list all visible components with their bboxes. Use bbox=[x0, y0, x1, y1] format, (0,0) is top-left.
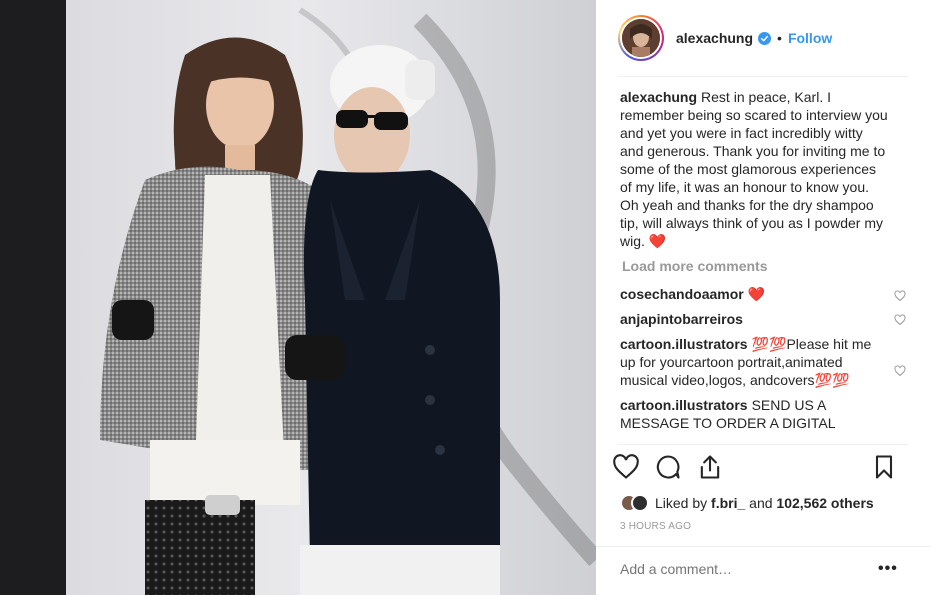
post-actions bbox=[612, 453, 912, 485]
comment-item: cartoon.illustrators 💯💯Please hit me up f… bbox=[620, 335, 888, 389]
bookmark-icon[interactable] bbox=[870, 453, 898, 481]
instagram-post-view: alexachung • Follow alexachung Rest in pe… bbox=[0, 0, 931, 595]
heart-outline-icon[interactable] bbox=[612, 453, 640, 481]
post-header: alexachung • Follow bbox=[596, 0, 931, 76]
post-photo[interactable] bbox=[0, 0, 596, 595]
comment-like-heart-icon[interactable] bbox=[894, 314, 906, 326]
actions-divider bbox=[618, 444, 908, 445]
comment-like-heart-icon[interactable] bbox=[894, 365, 906, 377]
caption-username[interactable]: alexachung bbox=[620, 89, 697, 105]
comment-text: ❤️ bbox=[747, 286, 766, 302]
post-sidebar: alexachung • Follow alexachung Rest in pe… bbox=[596, 0, 931, 595]
likes-summary[interactable]: Liked by f.bri_ and 102,562 others bbox=[620, 492, 874, 514]
load-more-comments-button[interactable]: Load more comments bbox=[622, 257, 888, 275]
avatar-image bbox=[622, 19, 660, 57]
avatar bbox=[622, 19, 660, 57]
post-timestamp[interactable]: 3 HOURS AGO bbox=[620, 521, 691, 532]
verified-badge-icon bbox=[758, 31, 772, 45]
story-ring[interactable] bbox=[618, 15, 664, 61]
post-photo-illustration bbox=[0, 0, 596, 595]
add-comment-input[interactable] bbox=[620, 561, 850, 577]
comment-username[interactable]: cartoon.illustrators bbox=[620, 336, 748, 352]
comment-item: cosechandoaamor ❤️ bbox=[620, 285, 888, 303]
share-icon[interactable] bbox=[696, 453, 724, 481]
likes-prefix: Liked by bbox=[655, 495, 708, 511]
comment-username[interactable]: cosechandoaamor bbox=[620, 286, 744, 302]
speech-bubble-icon[interactable] bbox=[654, 453, 682, 481]
comment-username[interactable]: cartoon.illustrators bbox=[620, 397, 748, 413]
comments-list[interactable]: alexachung Rest in peace, Karl. I remembe… bbox=[620, 88, 888, 443]
header-username[interactable]: alexachung bbox=[676, 30, 753, 46]
caption: alexachung Rest in peace, Karl. I remembe… bbox=[620, 88, 888, 250]
caption-text: Rest in peace, Karl. I remember being so… bbox=[620, 89, 888, 249]
header-separator: • bbox=[777, 30, 782, 46]
header-divider bbox=[618, 76, 908, 77]
comment-item: anjapintobarreiros bbox=[620, 310, 888, 328]
avatar-frame bbox=[620, 17, 662, 59]
comment-box-divider bbox=[596, 546, 931, 547]
likes-first-user[interactable]: f.bri_ bbox=[711, 495, 745, 511]
likes-conjunction: and bbox=[749, 495, 773, 511]
liker-avatar bbox=[631, 494, 649, 512]
comment-username[interactable]: anjapintobarreiros bbox=[620, 311, 743, 327]
more-options-button[interactable]: ••• bbox=[878, 560, 898, 578]
comment-like-heart-icon[interactable] bbox=[894, 290, 906, 302]
comment-item: cartoon.illustrators SEND US A MESSAGE TO… bbox=[620, 396, 888, 432]
follow-button[interactable]: Follow bbox=[788, 30, 832, 46]
likes-count[interactable]: 102,562 others bbox=[776, 495, 873, 511]
